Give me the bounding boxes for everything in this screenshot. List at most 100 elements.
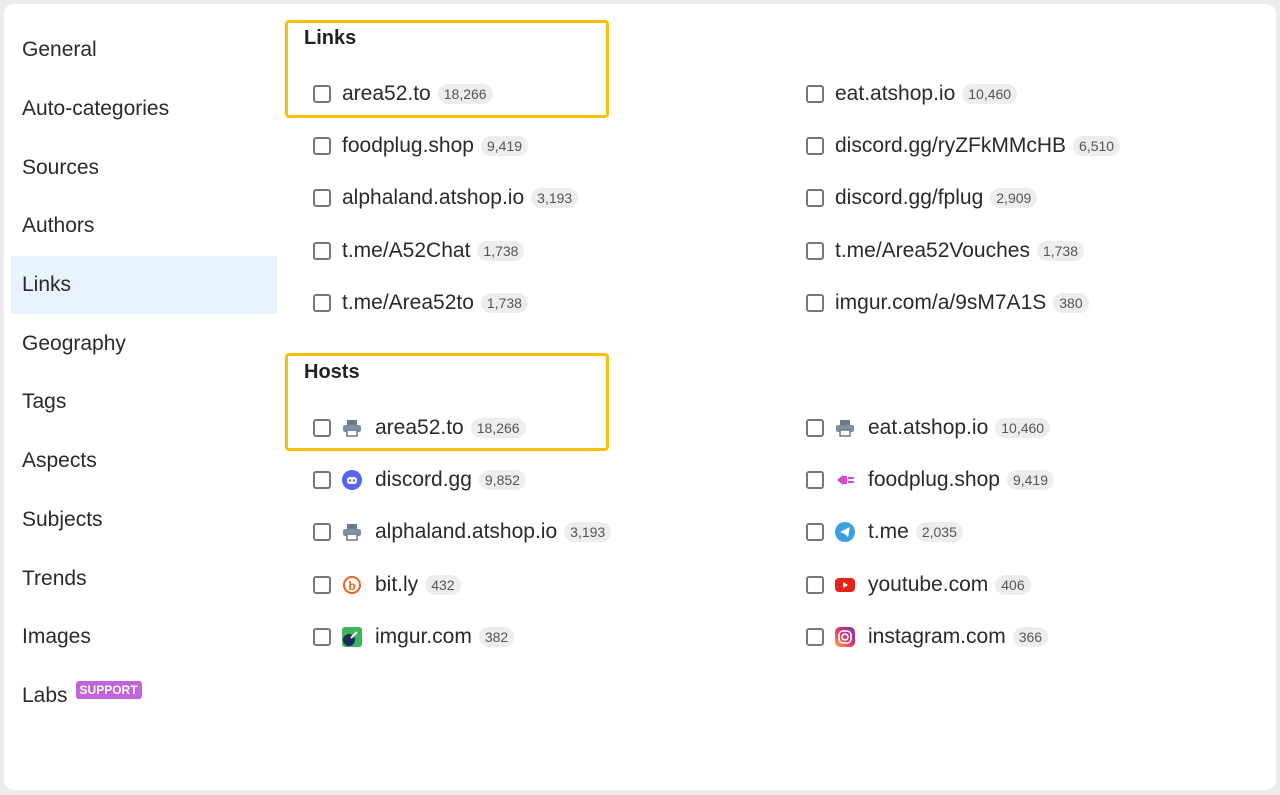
item-label: bit.ly: [375, 572, 419, 596]
checkbox[interactable]: [313, 471, 331, 490]
sidebar-item-labs[interactable]: Labs SUPPORT: [11, 667, 277, 726]
sidebar-item-authors[interactable]: Authors: [11, 197, 277, 256]
checkbox[interactable]: [313, 85, 331, 103]
item-label: alphaland.atshop.io: [342, 186, 525, 210]
checkbox[interactable]: [806, 241, 824, 260]
links-item[interactable]: t.me/Area52to 1,738: [313, 288, 528, 318]
count-badge: 1,738: [477, 240, 525, 261]
sidebar-item-links[interactable]: Links: [11, 255, 277, 315]
hosts-item[interactable]: foodplug.shop 9,419: [806, 465, 1054, 495]
item-label: area52.to: [342, 82, 431, 105]
count-badge: 432: [425, 574, 461, 595]
count-badge: 10,460: [995, 418, 1051, 438]
hosts-item[interactable]: area52.to 18,266: [313, 413, 526, 443]
checkbox[interactable]: [806, 575, 824, 594]
hosts-item[interactable]: t.me 2,035: [806, 517, 963, 547]
sidebar-item-geography[interactable]: Geography: [11, 314, 277, 373]
checkbox[interactable]: [313, 575, 331, 594]
sidebar-item-trends[interactable]: Trends: [11, 549, 277, 608]
sidebar-item-label: Images: [22, 625, 91, 649]
count-badge: 10,460: [962, 84, 1018, 104]
hosts-item[interactable]: imgur.com 382: [313, 622, 515, 652]
item-label: instagram.com: [868, 624, 1006, 648]
count-badge: 18,266: [437, 84, 493, 104]
item-label: imgur.com/a/9sM7A1S: [835, 290, 1047, 314]
sidebar-item-label: Links: [22, 273, 72, 297]
links-item[interactable]: t.me/A52Chat 1,738: [313, 236, 525, 266]
links-item[interactable]: discord.gg/fplug 2,909: [806, 183, 1038, 213]
sidebar-item-sources[interactable]: Sources: [11, 138, 277, 197]
support-badge: SUPPORT: [75, 680, 142, 699]
checkbox[interactable]: [806, 137, 824, 156]
sidebar-item-images[interactable]: Images: [11, 608, 277, 667]
sidebar-item-label: Authors: [22, 214, 95, 238]
item-label: alphaland.atshop.io: [375, 520, 558, 544]
checkbox[interactable]: [313, 419, 331, 437]
sidebar-item-label: Labs: [22, 683, 68, 707]
count-badge: 2,035: [915, 522, 963, 543]
checkbox[interactable]: [806, 293, 824, 312]
item-label: eat.atshop.io: [835, 82, 956, 105]
sidebar-item-label: Tags: [22, 390, 67, 414]
count-badge: 2,909: [990, 188, 1038, 209]
hosts-section-title: Hosts: [304, 361, 360, 383]
checkbox[interactable]: [313, 627, 331, 646]
checkbox[interactable]: [806, 419, 824, 437]
checkbox[interactable]: [313, 241, 331, 260]
links-item[interactable]: eat.atshop.io 10,460: [806, 79, 1018, 109]
checkbox[interactable]: [806, 627, 824, 646]
links-item[interactable]: foodplug.shop 9,419: [313, 131, 528, 161]
printer-icon: [835, 418, 855, 438]
count-badge: 9,852: [478, 470, 526, 491]
checkbox[interactable]: [806, 523, 824, 542]
checkbox[interactable]: [313, 137, 331, 156]
checkbox[interactable]: [313, 189, 331, 208]
item-label: t.me/Area52Vouches: [835, 238, 1030, 262]
hosts-item[interactable]: youtube.com 406: [806, 570, 1031, 600]
checkbox[interactable]: [806, 189, 824, 208]
item-label: imgur.com: [375, 624, 472, 648]
hosts-item[interactable]: instagram.com 366: [806, 622, 1049, 652]
plug-icon: [835, 470, 855, 490]
youtube-icon: [835, 575, 855, 595]
count-badge: 9,419: [1006, 470, 1054, 491]
hosts-item[interactable]: alphaland.atshop.io 3,193: [313, 517, 612, 547]
checkbox[interactable]: [313, 523, 331, 542]
sidebar-item-aspects[interactable]: Aspects: [11, 432, 277, 491]
svg-text:b: b: [348, 579, 355, 593]
links-item[interactable]: t.me/Area52Vouches 1,738: [806, 236, 1085, 266]
printer-icon: [342, 418, 362, 438]
item-label: discord.gg/fplug: [835, 186, 984, 210]
item-label: t.me/A52Chat: [342, 238, 471, 262]
hosts-item[interactable]: discord.gg 9,852: [313, 465, 526, 495]
sidebar-item-subjects[interactable]: Subjects: [11, 491, 277, 550]
count-badge: 1,738: [1036, 240, 1085, 261]
imgur-icon: [342, 626, 362, 647]
checkbox[interactable]: [806, 471, 824, 490]
checkbox[interactable]: [313, 293, 331, 312]
links-item[interactable]: imgur.com/a/9sM7A1S 380: [806, 288, 1089, 318]
item-label: t.me/Area52to: [342, 290, 474, 314]
discord-icon: [342, 470, 362, 491]
count-badge: 3,193: [531, 188, 579, 209]
hosts-item[interactable]: b bit.ly 432: [313, 570, 461, 600]
links-item[interactable]: area52.to 18,266: [313, 79, 493, 109]
item-label: foodplug.shop: [342, 134, 474, 158]
printer-icon: [342, 522, 362, 542]
links-item[interactable]: alphaland.atshop.io 3,193: [313, 183, 579, 213]
item-label: eat.atshop.io: [868, 416, 989, 439]
instagram-icon: [835, 626, 855, 647]
item-label: discord.gg: [375, 468, 472, 492]
hosts-item[interactable]: eat.atshop.io 10,460: [806, 413, 1051, 443]
sidebar-item-general[interactable]: General: [11, 21, 277, 80]
checkbox[interactable]: [806, 85, 824, 103]
sidebar-item-label: Aspects: [22, 449, 97, 473]
links-item[interactable]: discord.gg/ryZFkMMcHB 6,510: [806, 131, 1121, 161]
sidebar-item-label: Geography: [22, 331, 126, 355]
sidebar-item-label: Trends: [22, 566, 87, 590]
item-label: area52.to: [375, 416, 464, 439]
sidebar-item-tags[interactable]: Tags: [11, 373, 277, 432]
count-badge: 380: [1053, 292, 1089, 313]
sidebar-item-auto-categories[interactable]: Auto-categories: [11, 80, 277, 139]
sidebar-item-label: Sources: [22, 155, 100, 179]
